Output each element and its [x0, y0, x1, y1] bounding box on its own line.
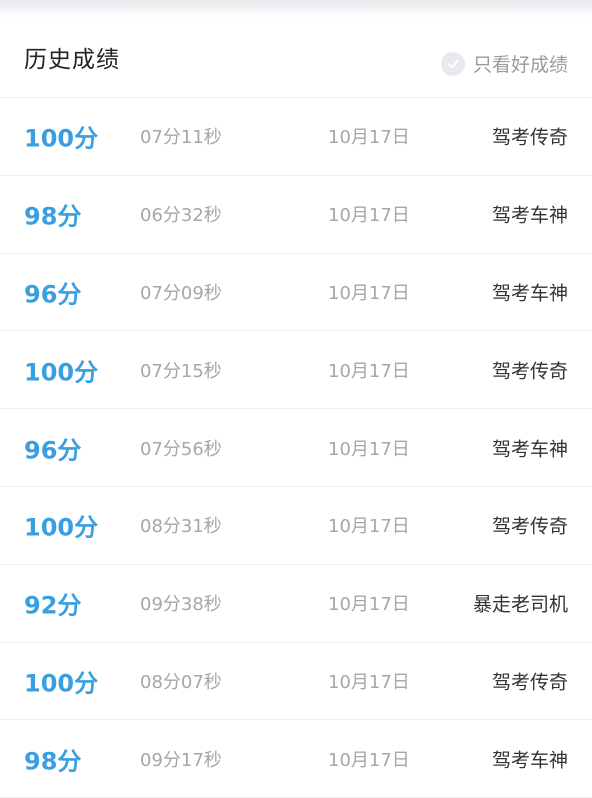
- exam-date: 10月17日: [328, 594, 410, 616]
- rank-badge: 驾考传奇: [491, 126, 568, 149]
- score-row[interactable]: 96分 07分56秒 10月17日 驾考车神: [0, 409, 592, 487]
- score-row[interactable]: 100分 07分15秒 10月17日 驾考传奇: [0, 331, 592, 410]
- elapsed-time: 09分17秒: [140, 749, 222, 771]
- score-value: 98分: [24, 202, 82, 231]
- elapsed-time: 08分07秒: [140, 671, 222, 693]
- rank-badge: 驾考车神: [491, 438, 568, 461]
- exam-date: 10月17日: [328, 127, 410, 149]
- score-row[interactable]: 100分 08分07秒 10月17日 驾考传奇: [0, 643, 592, 721]
- score-list: 100分 07分11秒 10月17日 驾考传奇 98分 06分32秒 10月17…: [0, 98, 592, 798]
- elapsed-time: 06分32秒: [140, 205, 222, 227]
- exam-date: 10月17日: [328, 438, 410, 460]
- top-shadow-bar: [0, 0, 592, 18]
- score-value: 100分: [24, 124, 99, 153]
- elapsed-time: 07分09秒: [140, 282, 222, 304]
- score-row[interactable]: 100分 07分11秒 10月17日 驾考传奇: [0, 98, 592, 176]
- check-circle-icon[interactable]: [440, 51, 465, 76]
- elapsed-time: 09分38秒: [140, 594, 222, 616]
- rank-badge: 暴走老司机: [472, 593, 568, 616]
- rank-badge: 驾考传奇: [491, 671, 568, 694]
- elapsed-time: 07分11秒: [140, 127, 222, 149]
- rank-badge: 驾考传奇: [491, 515, 568, 538]
- score-value: 96分: [24, 436, 82, 465]
- score-value: 100分: [24, 358, 99, 387]
- exam-date: 10月17日: [328, 205, 410, 227]
- score-row[interactable]: 92分 09分38秒 10月17日 暴走老司机: [0, 565, 592, 643]
- score-value: 100分: [24, 513, 99, 542]
- elapsed-time: 07分15秒: [140, 360, 222, 382]
- exam-date: 10月17日: [328, 360, 410, 382]
- score-value: 98分: [24, 747, 82, 776]
- elapsed-time: 07分56秒: [140, 438, 222, 460]
- filter-label: 只看好成绩: [472, 54, 568, 76]
- elapsed-time: 08分31秒: [140, 516, 222, 538]
- rank-badge: 驾考传奇: [491, 360, 568, 383]
- rank-badge: 驾考车神: [491, 749, 568, 772]
- score-value: 100分: [24, 669, 99, 698]
- history-header: 历史成绩 只看好成绩: [0, 18, 592, 98]
- score-row[interactable]: 96分 07分09秒 10月17日 驾考车神: [0, 254, 592, 332]
- score-row[interactable]: 98分 06分32秒 10月17日 驾考车神: [0, 176, 592, 254]
- exam-date: 10月17日: [328, 282, 410, 304]
- exam-date: 10月17日: [328, 749, 410, 771]
- page-title: 历史成绩: [24, 47, 120, 73]
- exam-date: 10月17日: [328, 516, 410, 538]
- exam-date: 10月17日: [328, 671, 410, 693]
- score-value: 92分: [24, 591, 82, 620]
- score-row[interactable]: 100分 08分31秒 10月17日 驾考传奇: [0, 487, 592, 565]
- rank-badge: 驾考车神: [491, 204, 568, 227]
- rank-badge: 驾考车神: [491, 282, 568, 305]
- good-scores-filter-toggle[interactable]: 只看好成绩: [440, 50, 568, 77]
- score-row[interactable]: 98分 09分17秒 10月17日 驾考车神: [0, 720, 592, 798]
- score-value: 96分: [24, 280, 82, 309]
